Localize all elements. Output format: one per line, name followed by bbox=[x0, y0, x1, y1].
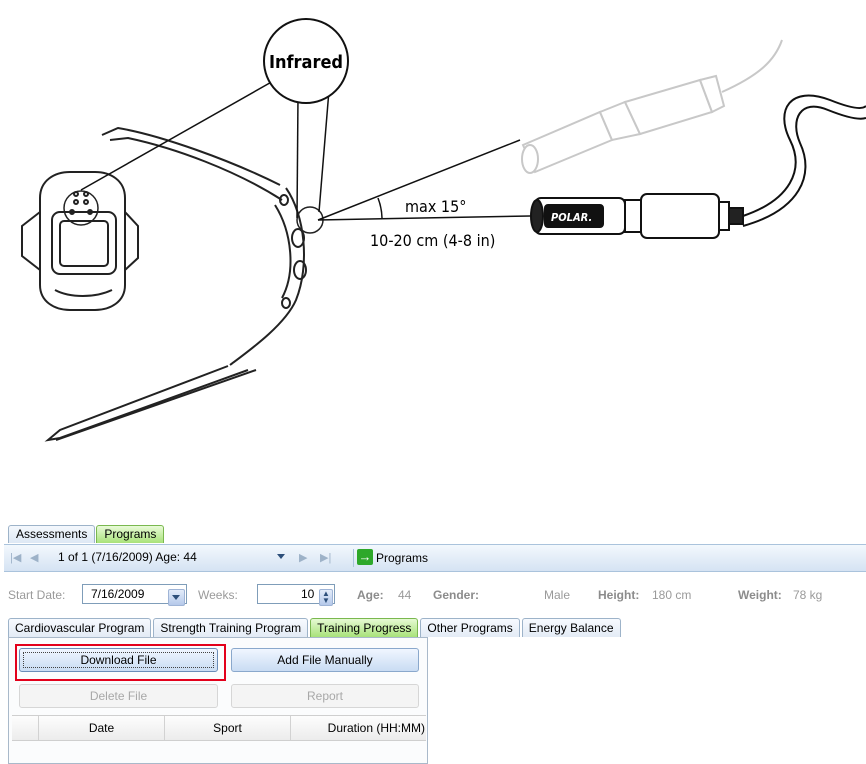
tab-programs[interactable]: Programs bbox=[96, 525, 165, 543]
tab-training-progress[interactable]: Training Progress bbox=[310, 618, 419, 637]
height-label: Height: bbox=[598, 588, 640, 602]
grid-header: Date Sport Duration (HH:MM) bbox=[12, 715, 426, 741]
start-date-value: 7/16/2009 bbox=[91, 587, 145, 601]
column-date[interactable]: Date bbox=[39, 716, 165, 740]
column-sport[interactable]: Sport bbox=[165, 716, 291, 740]
programs-button[interactable]: Programs bbox=[376, 551, 428, 565]
watch-illustration bbox=[21, 126, 324, 442]
training-progress-panel: Download File Add File Manually Delete F… bbox=[8, 637, 428, 764]
report-button[interactable]: Report bbox=[231, 684, 419, 708]
distance-label: 10-20 cm (4-8 in) bbox=[370, 231, 495, 250]
add-file-manually-button[interactable]: Add File Manually bbox=[231, 648, 419, 672]
weight-value: 78 kg bbox=[793, 588, 823, 602]
angle-label: max 15° bbox=[405, 197, 466, 216]
start-date-label: Start Date: bbox=[8, 588, 66, 602]
row-selector-column bbox=[12, 716, 39, 740]
gender-label: Gender: bbox=[433, 588, 480, 602]
age-value: 44 bbox=[398, 588, 412, 602]
tab-energy-balance[interactable]: Energy Balance bbox=[521, 618, 621, 637]
chevron-down-icon[interactable] bbox=[277, 554, 285, 559]
start-date-field[interactable]: 7/16/2009 bbox=[82, 584, 187, 606]
top-tab-strip: Assessments Programs bbox=[8, 525, 165, 543]
record-selector[interactable]: 1 of 1 (7/16/2009) Age: 44 bbox=[58, 549, 294, 566]
infrared-label: Infrared bbox=[269, 52, 343, 73]
profile-info-row: Start Date: 7/16/2009 Weeks: 10 ▲ ▼ Age: … bbox=[8, 584, 866, 606]
record-navigation-toolbar: |◀ ◀ 1 of 1 (7/16/2009) Age: 44 ▶ ▶| → P… bbox=[4, 544, 866, 572]
last-icon[interactable]: ▶| bbox=[320, 551, 331, 565]
usb-adapter-ghost bbox=[521, 39, 783, 174]
delete-file-button[interactable]: Delete File bbox=[19, 684, 218, 708]
weeks-spinner[interactable]: 10 ▲ ▼ bbox=[257, 584, 335, 606]
weeks-value: 10 bbox=[301, 587, 315, 601]
program-tab-strip: Cardiovascular Program Strength Training… bbox=[8, 618, 623, 637]
toolbar-separator bbox=[353, 549, 354, 567]
tab-other-programs[interactable]: Other Programs bbox=[420, 618, 520, 637]
first-icon[interactable]: |◀ bbox=[10, 551, 21, 565]
tab-strength-training-program[interactable]: Strength Training Program bbox=[153, 618, 309, 637]
age-label: Age: bbox=[357, 588, 384, 602]
next-icon[interactable]: ▶ bbox=[299, 551, 307, 565]
go-arrow-icon[interactable]: → bbox=[357, 549, 373, 565]
infrared-callout: Infrared bbox=[80, 18, 349, 219]
training-app-panel: Assessments Programs |◀ ◀ 1 of 1 (7/16/2… bbox=[0, 520, 866, 764]
calendar-dropdown-icon[interactable] bbox=[168, 589, 185, 606]
tab-assessments[interactable]: Assessments bbox=[8, 525, 96, 543]
spinner-arrows-icon[interactable]: ▲ ▼ bbox=[319, 589, 333, 606]
highlight-box bbox=[15, 644, 226, 681]
weeks-label: Weeks: bbox=[198, 588, 238, 602]
prev-icon[interactable]: ◀ bbox=[30, 551, 38, 565]
infrared-connection-illustration: Infrared max 15° 10-20 cm (4-8 in) POLAR… bbox=[21, 18, 866, 442]
tab-cardiovascular-program[interactable]: Cardiovascular Program bbox=[8, 618, 152, 637]
polar-logo: POLAR. bbox=[551, 211, 592, 224]
gender-value: Male bbox=[544, 588, 571, 602]
height-value: 180 cm bbox=[652, 588, 692, 602]
weight-label: Weight: bbox=[738, 588, 782, 602]
column-duration[interactable]: Duration (HH:MM) bbox=[291, 716, 425, 740]
